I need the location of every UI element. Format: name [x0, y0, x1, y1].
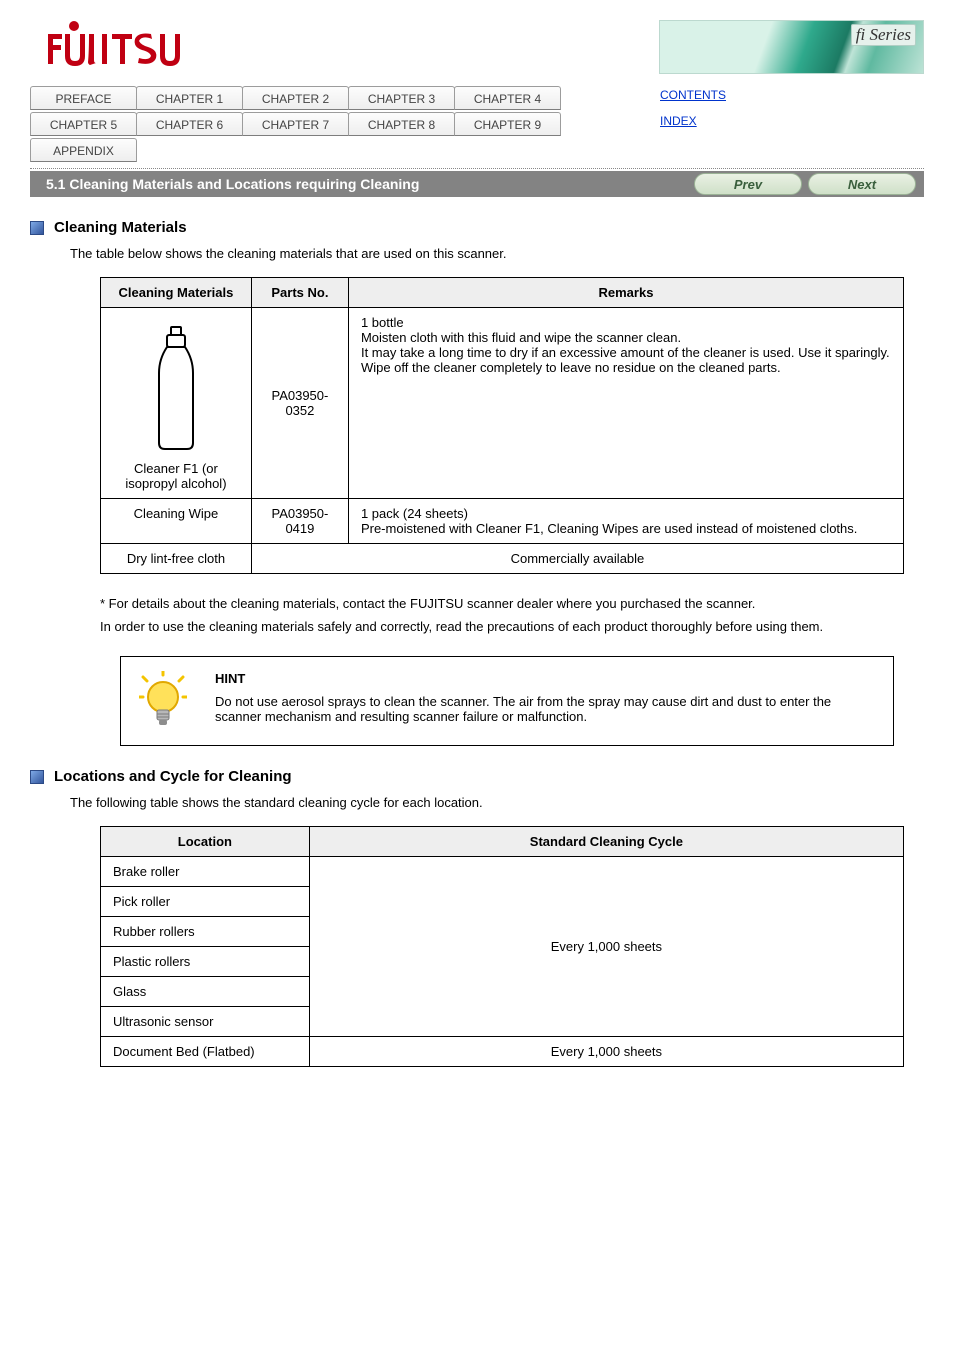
table-row: Cleaner F1 (or isopropyl alcohol) PA0395… [101, 308, 904, 499]
loc-ultrasonic-sensor: Ultrasonic sensor [101, 1007, 310, 1037]
tab-chapter-2[interactable]: CHAPTER 2 [242, 86, 349, 110]
table-row: Dry lint-free cloth Commercially availab… [101, 544, 904, 574]
th-location: Location [101, 827, 310, 857]
tab-chapter-3[interactable]: CHAPTER 3 [348, 86, 455, 110]
locations-table: Location Standard Cleaning Cycle Brake r… [100, 826, 904, 1067]
cleaning-wipe-remarks: 1 pack (24 sheets) Pre-moistened with Cl… [348, 499, 903, 544]
hint-box: HINT Do not use aerosol sprays to clean … [120, 656, 894, 746]
th-materials: Cleaning Materials [101, 278, 252, 308]
table-row: Cleaning Wipe PA03950-0419 1 pack (24 sh… [101, 499, 904, 544]
table-row: Brake roller Every 1,000 sheets [101, 857, 904, 887]
cleaning-wipe-label: Cleaning Wipe [101, 499, 252, 544]
lightbulb-icon [139, 671, 187, 731]
dry-cloth-label: Dry lint-free cloth [101, 544, 252, 574]
section-heading-text: Locations and Cycle for Cleaning [54, 768, 292, 785]
series-banner-label: fi Series [851, 24, 916, 46]
cleaner-f1-label: Cleaner F1 (or isopropyl alcohol) [113, 461, 239, 491]
bullet-icon [30, 221, 44, 235]
th-remarks: Remarks [348, 278, 903, 308]
side-nav-links: CONTENTS INDEX [660, 88, 726, 140]
precautions-note: In order to use the cleaning materials s… [100, 619, 924, 634]
tab-chapter-6[interactable]: CHAPTER 6 [136, 112, 243, 136]
loc-brake-roller: Brake roller [101, 857, 310, 887]
fujitsu-logo [30, 20, 190, 66]
cleaning-materials-intro: The table below shows the cleaning mater… [70, 246, 924, 261]
tab-preface[interactable]: PREFACE [30, 86, 137, 110]
contents-link[interactable]: CONTENTS [660, 88, 726, 102]
cleaner-bottle-icon [149, 323, 203, 453]
loc-document-bed: Document Bed (Flatbed) [101, 1037, 310, 1067]
tab-chapter-8[interactable]: CHAPTER 8 [348, 112, 455, 136]
tab-chapter-4[interactable]: CHAPTER 4 [454, 86, 561, 110]
tab-chapter-5[interactable]: CHAPTER 5 [30, 112, 137, 136]
cleaning-wipe-partno: PA03950-0419 [251, 499, 348, 544]
page-title-bar: 5.1 Cleaning Materials and Locations req… [30, 171, 924, 197]
cleaner-f1-remarks: 1 bottle Moisten cloth with this fluid a… [348, 308, 903, 499]
series-banner: fi Series [659, 20, 924, 74]
prev-button[interactable]: Prev [694, 173, 802, 195]
cleaner-f1-partno: PA03950-0352 [251, 308, 348, 499]
section-heading-cleaning-materials: Cleaning Materials [30, 219, 924, 236]
th-cycle: Standard Cleaning Cycle [309, 827, 903, 857]
locations-intro: The following table shows the standard c… [70, 795, 924, 810]
index-link[interactable]: INDEX [660, 114, 697, 128]
hint-title: HINT [215, 671, 875, 686]
tab-chapter-9[interactable]: CHAPTER 9 [454, 112, 561, 136]
dealer-note: * For details about the cleaning materia… [100, 596, 924, 611]
loc-pick-roller: Pick roller [101, 887, 310, 917]
loc-rubber-rollers: Rubber rollers [101, 917, 310, 947]
bullet-icon [30, 770, 44, 784]
tab-chapter-7[interactable]: CHAPTER 7 [242, 112, 349, 136]
hint-body: Do not use aerosol sprays to clean the s… [215, 694, 875, 724]
page-title: 5.1 Cleaning Materials and Locations req… [46, 176, 419, 192]
dry-cloth-remarks: Commercially available [251, 544, 903, 574]
loc-glass: Glass [101, 977, 310, 1007]
tab-appendix[interactable]: APPENDIX [30, 138, 137, 162]
loc-plastic-rollers: Plastic rollers [101, 947, 310, 977]
divider [30, 168, 924, 169]
cycle-flatbed: Every 1,000 sheets [309, 1037, 903, 1067]
next-button[interactable]: Next [808, 173, 916, 195]
table-row: Document Bed (Flatbed) Every 1,000 sheet… [101, 1037, 904, 1067]
section-heading-locations: Locations and Cycle for Cleaning [30, 768, 924, 785]
chapter-tabs: PREFACE CHAPTER 1 CHAPTER 2 CHAPTER 3 CH… [30, 86, 630, 164]
th-parts-no: Parts No. [251, 278, 348, 308]
section-heading-text: Cleaning Materials [54, 219, 187, 236]
cleaning-materials-table: Cleaning Materials Parts No. Remarks Cle… [100, 277, 904, 574]
cycle-main: Every 1,000 sheets [309, 857, 903, 1037]
tab-chapter-1[interactable]: CHAPTER 1 [136, 86, 243, 110]
